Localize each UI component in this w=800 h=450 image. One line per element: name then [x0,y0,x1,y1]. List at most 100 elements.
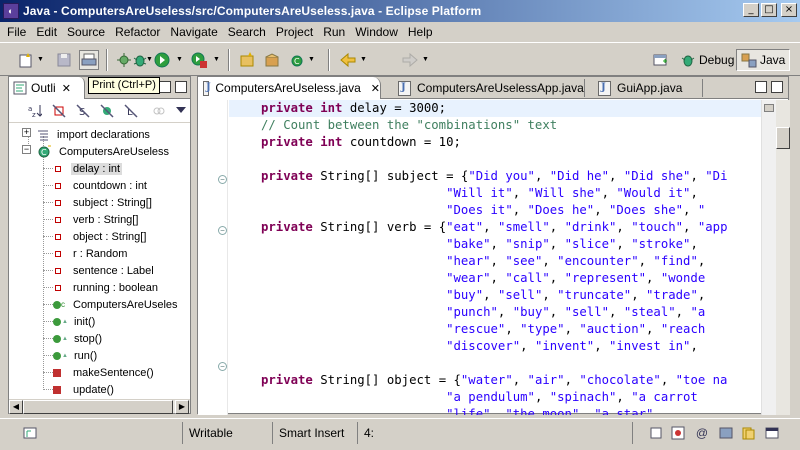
svg-text:C: C [294,57,300,66]
minimize-editor-icon[interactable] [755,81,767,93]
menu-help[interactable]: Help [403,25,438,39]
forward-dropdown-icon[interactable]: ▼ [422,56,429,63]
outline-item[interactable]: object : String[] [53,228,148,245]
outline-item[interactable]: countdown : int [53,177,149,194]
fold-icon[interactable]: − [218,362,227,371]
new-class-dropdown-icon[interactable]: ▼ [308,56,315,63]
eclipse-app-icon[interactable]: ◐ [3,3,19,19]
fold-icon[interactable]: − [218,226,227,235]
print-icon[interactable] [79,50,99,70]
outline-item[interactable]: r : Random [53,245,129,262]
run-external-icon[interactable] [189,50,209,70]
run-icon[interactable] [152,50,172,70]
code-token: "app [697,220,728,234]
menu-edit[interactable]: Edit [31,25,62,39]
close-button[interactable]: × [781,3,797,17]
debug-perspective-button[interactable]: Debug [676,49,738,71]
tab-outline[interactable]: Outli ✕ [9,77,85,99]
code-line: "buy", "sell", "truncate", "trade", [229,287,761,304]
new-icon[interactable] [16,50,36,70]
menu-window[interactable]: Window [350,25,403,39]
outline-item[interactable]: ▲ init() [53,313,97,330]
overview-ruler[interactable] [761,100,776,415]
view-menu-icon[interactable] [173,104,189,118]
javadoc-icon[interactable]: @ [694,425,710,441]
console-icon[interactable] [764,425,780,441]
outline-item[interactable]: C ComputersAreUseless [37,143,171,160]
save-icon[interactable] [54,50,74,70]
sort-icon[interactable]: az [27,104,43,118]
menu-navigate[interactable]: Navigate [165,25,222,39]
menu-source[interactable]: Source [62,25,110,39]
declaration-icon[interactable] [718,425,734,441]
outline-horizontal-scrollbar[interactable]: ◀ ▶ [9,399,190,414]
scroll-right-icon[interactable]: ▶ [175,400,189,414]
search-results-icon[interactable] [740,425,756,441]
minimize-button[interactable]: _ [743,3,759,17]
hide-local-types-icon[interactable]: L [123,104,139,118]
outline-item[interactable]: ▲ run() [53,347,99,364]
code-token: String[] subject = { [320,169,469,183]
new-java-project-icon[interactable] [237,50,257,70]
outline-item-label: delay : int [71,162,123,175]
maximize-button[interactable]: □ [761,3,777,17]
code-area[interactable]: private int delay = 3000;// Count betwee… [229,100,761,415]
outline-item[interactable]: delay : int [53,160,123,177]
hide-static-icon[interactable]: S [75,104,91,118]
new-dropdown-icon[interactable]: ▼ [37,56,44,63]
code-token: "Does it" [446,203,513,217]
hide-nonpublic-icon[interactable] [99,104,115,118]
outline-item[interactable]: update() [53,381,116,398]
hide-fields-icon[interactable] [51,104,67,118]
maximize-editor-icon[interactable] [771,81,783,93]
forward-icon[interactable] [400,50,420,70]
scroll-thumb[interactable] [776,127,790,149]
code-token: "Would it" [616,186,691,200]
collapse-class-icon[interactable]: − [22,145,31,154]
tab-guiapp-java[interactable]: GuiApp.java [593,77,703,99]
new-package-icon[interactable] [262,50,282,70]
menu-project[interactable]: Project [271,25,318,39]
code-token: "invent" [534,339,595,353]
problems-icon[interactable] [670,425,686,441]
close-tab-icon[interactable]: ✕ [371,82,380,95]
tasks-icon[interactable] [648,425,664,441]
outline-item[interactable]: sentence : Label [53,262,156,279]
maximize-view-icon[interactable] [175,81,187,93]
outline-item[interactable]: subject : String[] [53,194,154,211]
editor-gutter[interactable]: − − − [198,100,228,415]
menu-refactor[interactable]: Refactor [110,25,165,39]
menu-file[interactable]: File [2,25,31,39]
outline-item[interactable]: ▲ stop() [53,330,104,347]
menu-run[interactable]: Run [318,25,350,39]
open-perspective-icon[interactable] [650,50,670,70]
outline-item[interactable]: running : boolean [53,279,160,296]
code-token: "chocolate" [579,373,661,387]
java-perspective-button[interactable]: Java [736,49,791,71]
outline-item[interactable]: import declarations [37,126,152,143]
back-dropdown-icon[interactable]: ▼ [360,56,367,63]
outline-item[interactable]: c ComputersAreUseles [53,296,180,313]
close-outline-icon[interactable]: ✕ [62,82,71,95]
expand-imports-icon[interactable]: + [22,128,31,137]
editor-vertical-scrollbar[interactable] [776,100,790,415]
code-token: , [579,407,595,415]
code-line: "discover", "invent", "invest in", [229,338,761,355]
outline-view: Outli ✕ az S L + − import declarations C C… [8,76,191,414]
fold-icon[interactable]: − [218,175,227,184]
code-token: , [690,186,706,200]
new-class-icon[interactable]: C [287,50,307,70]
run-dropdown-icon[interactable]: ▼ [176,56,183,63]
external-dropdown-icon[interactable]: ▼ [213,56,220,63]
back-icon[interactable] [338,50,358,70]
minimize-view-icon[interactable] [159,81,171,93]
scroll-left-icon[interactable]: ◀ [9,400,23,414]
link-editor-icon[interactable] [151,104,167,118]
outline-item[interactable]: verb : String[] [53,211,140,228]
fast-view-icon[interactable] [22,425,38,441]
tab-computersareuseless-java[interactable]: ComputersAreUseless.java ✕ [198,77,381,99]
scroll-thumb[interactable] [23,400,173,414]
tab-computersareuselessapp-java[interactable]: ComputersAreUselessApp.java [393,77,585,99]
menu-search[interactable]: Search [223,25,271,39]
outline-item[interactable]: makeSentence() [53,364,156,381]
